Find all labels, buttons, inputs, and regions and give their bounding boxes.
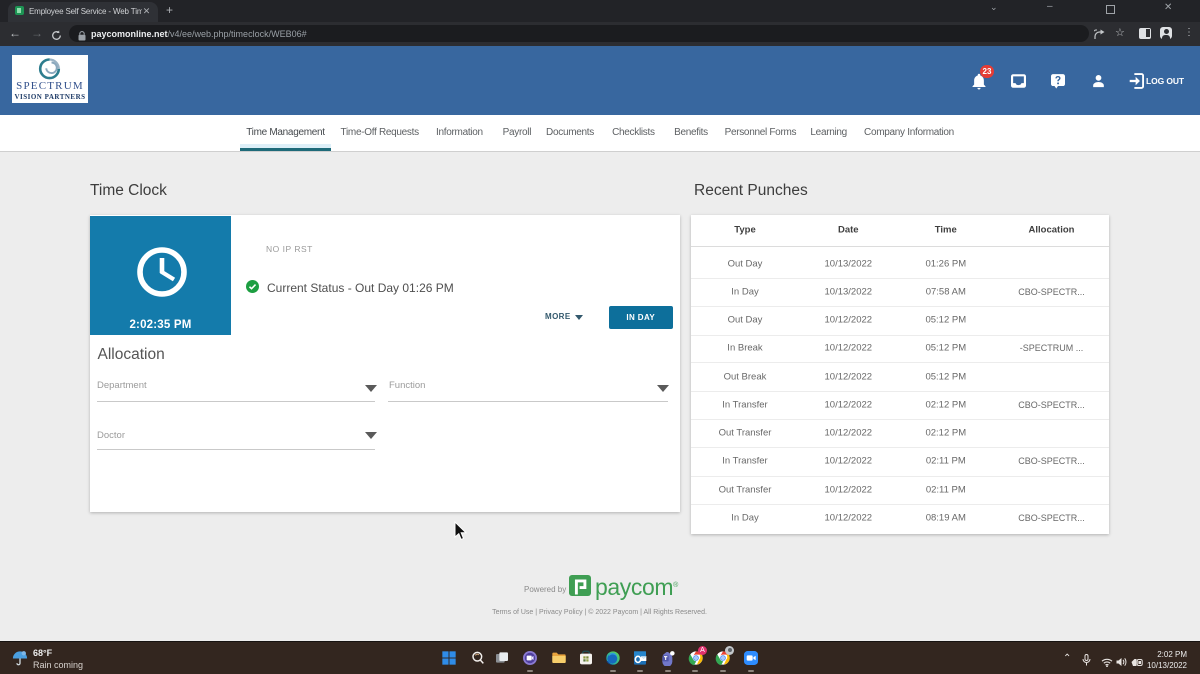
- svg-text:VISION PARTNERS: VISION PARTNERS: [14, 93, 85, 101]
- svg-text:SPECTRUM: SPECTRUM: [16, 80, 84, 92]
